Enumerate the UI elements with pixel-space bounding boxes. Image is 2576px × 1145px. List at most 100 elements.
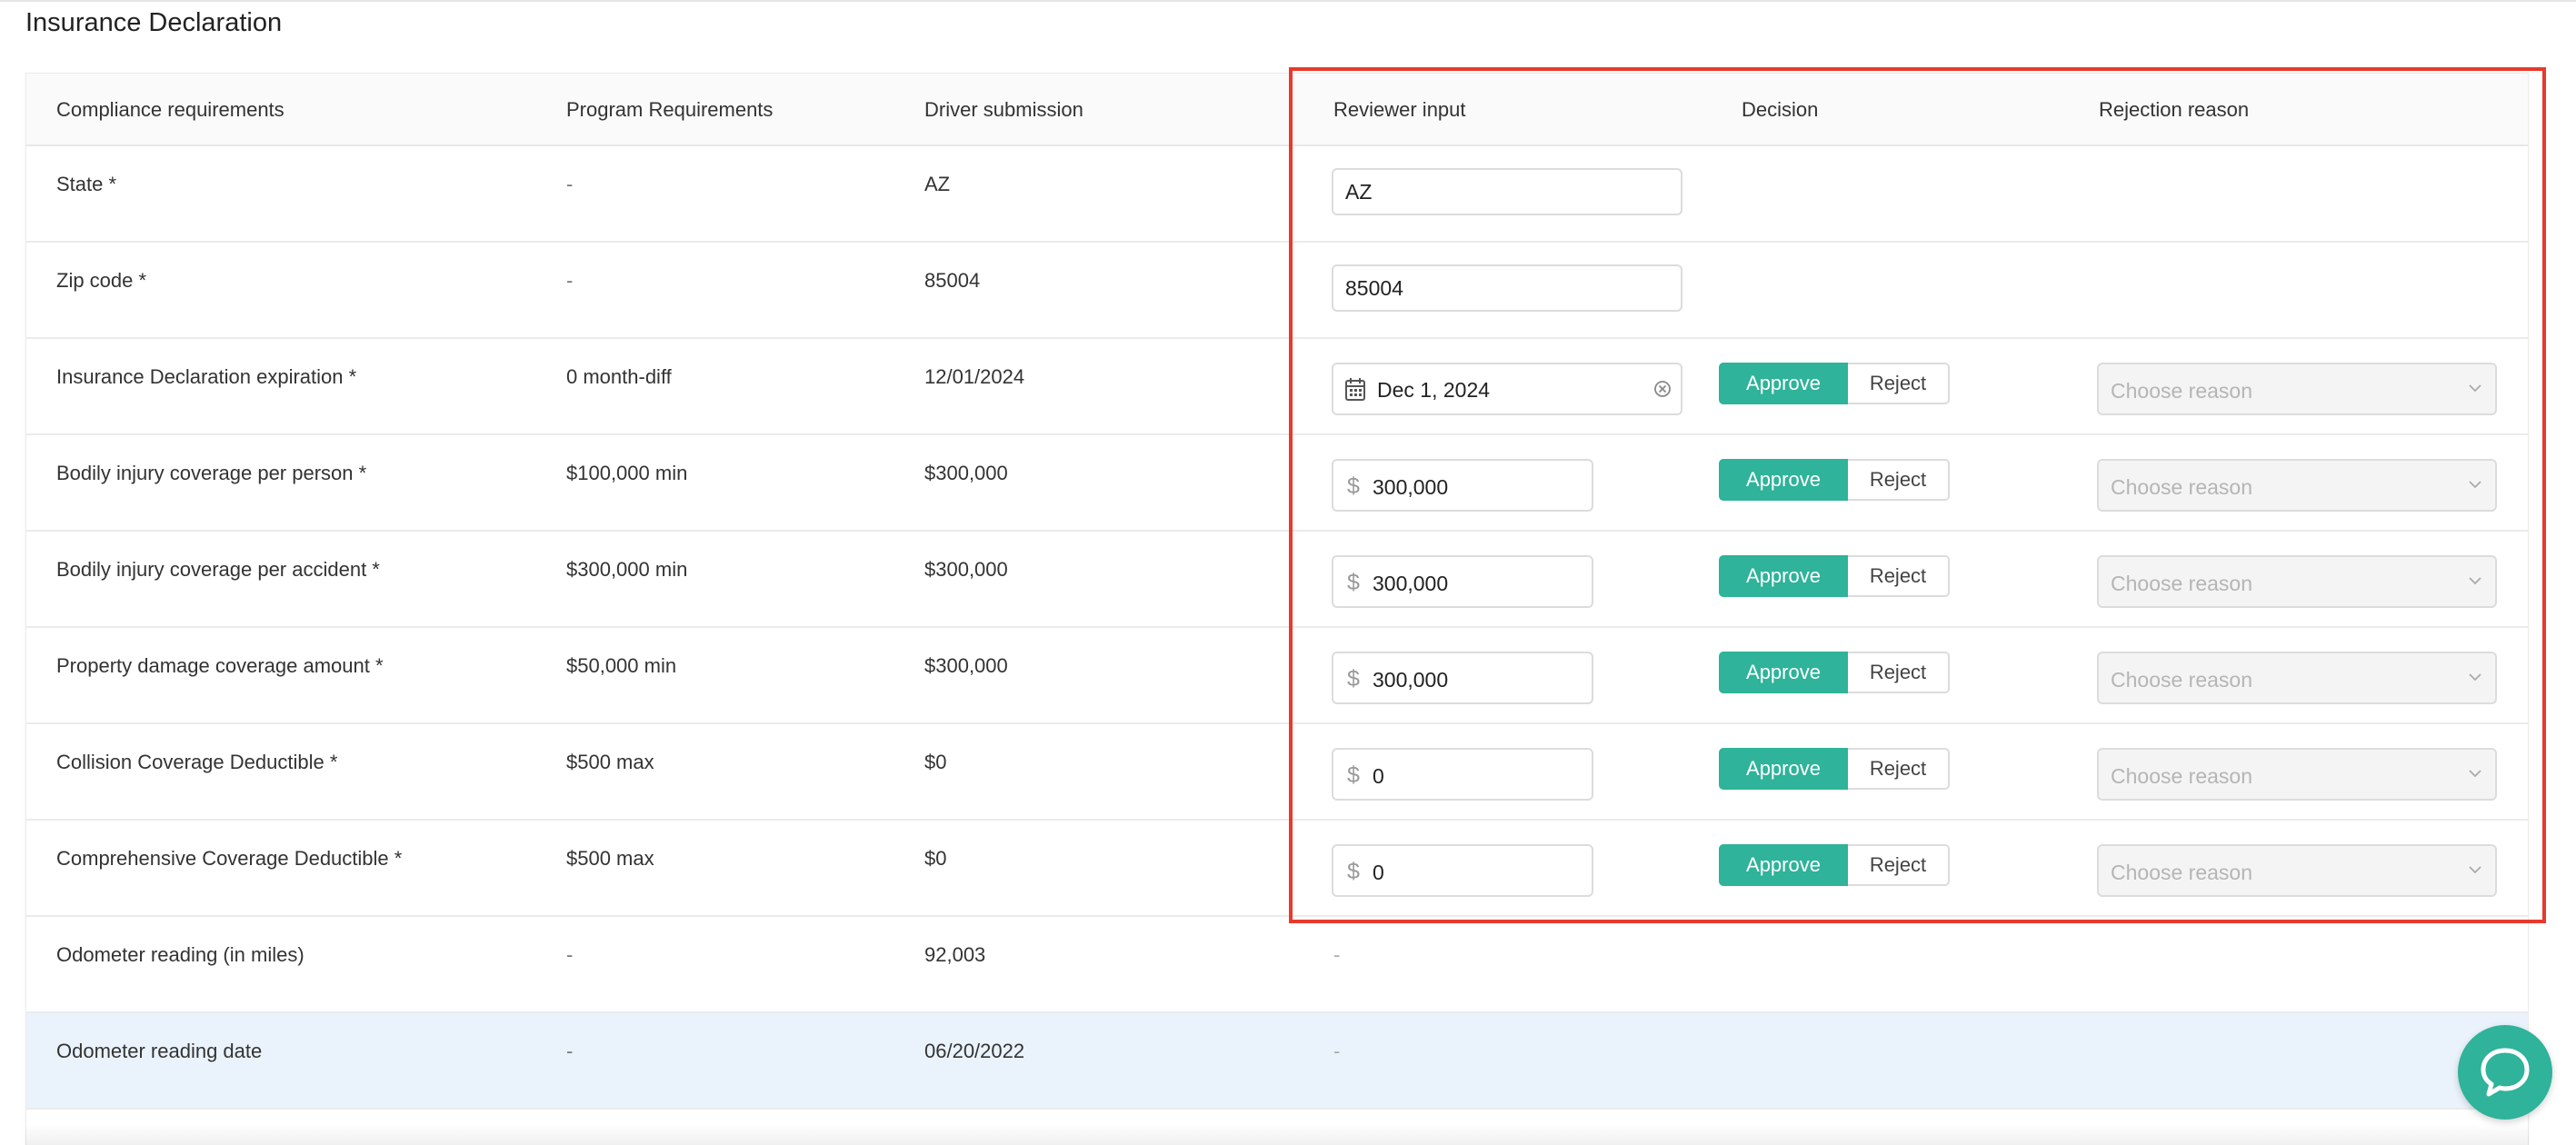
table-row-bodily-per-accident: Bodily injury coverage per accident * $3… <box>26 532 2528 628</box>
program-requirement: - <box>566 943 574 966</box>
header-program: Program Requirements <box>566 98 774 121</box>
approve-button[interactable]: Approve <box>1719 459 1848 501</box>
header-driver: Driver submission <box>924 98 1083 121</box>
program-requirement: - <box>566 1040 574 1062</box>
program-requirement: $500 max <box>566 847 654 870</box>
driver-submission: $300,000 <box>924 462 1008 484</box>
requirement-label: State * <box>56 173 117 195</box>
calendar-icon <box>1345 378 1365 401</box>
rejection-reason-select[interactable]: Choose reason <box>2097 748 2497 801</box>
requirement-label: Property damage coverage amount * <box>56 654 384 677</box>
program-requirement: $300,000 min <box>566 558 688 581</box>
program-requirement: $50,000 min <box>566 654 677 677</box>
amount-value: 0 <box>1373 861 1384 884</box>
approve-button[interactable]: Approve <box>1719 844 1848 886</box>
reject-button[interactable]: Reject <box>1848 555 1950 597</box>
rejection-reason-select[interactable]: Choose reason <box>2097 844 2497 897</box>
decision-toggle: Approve Reject <box>1719 459 1950 501</box>
header-reviewer: Reviewer input <box>1333 98 1466 121</box>
reject-button[interactable]: Reject <box>1848 459 1950 501</box>
reason-placeholder: Choose reason <box>2111 475 2252 499</box>
top-divider <box>0 0 2576 2</box>
decision-toggle: Approve Reject <box>1719 652 1950 693</box>
reject-button[interactable]: Reject <box>1848 844 1950 886</box>
reason-placeholder: Choose reason <box>2111 764 2252 788</box>
page-title: Insurance Declaration <box>25 8 283 37</box>
reason-placeholder: Choose reason <box>2111 379 2252 403</box>
currency-symbol: $ <box>1347 859 1360 884</box>
amount-value: 300,000 <box>1373 572 1449 595</box>
chevron-down-icon <box>2469 770 2481 778</box>
requirement-label: Zip code * <box>56 269 147 292</box>
compliance-table: Compliance requirements Program Requirem… <box>25 73 2529 1145</box>
currency-symbol: $ <box>1347 666 1360 692</box>
amount-value: 0 <box>1373 764 1384 788</box>
program-requirement: $100,000 min <box>566 462 688 484</box>
reviewer-date-picker[interactable]: Dec 1, 2024 <box>1332 363 1682 415</box>
chevron-down-icon <box>2469 673 2481 682</box>
card-bottom-shadow <box>25 1123 2529 1145</box>
driver-submission: 12/01/2024 <box>924 365 1025 388</box>
requirement-label: Bodily injury coverage per accident * <box>56 558 380 581</box>
program-requirement: 0 month-diff <box>566 365 672 388</box>
date-value: Dec 1, 2024 <box>1377 378 1491 402</box>
clear-circle-icon[interactable] <box>1653 380 1672 398</box>
approve-button[interactable]: Approve <box>1719 363 1848 404</box>
driver-submission: 92,003 <box>924 943 986 966</box>
requirement-label: Odometer reading (in miles) <box>56 943 305 966</box>
table-row-comprehensive-deductible: Comprehensive Coverage Deductible * $500… <box>26 821 2528 917</box>
reason-placeholder: Choose reason <box>2111 668 2252 692</box>
reviewer-amount-input[interactable]: $ 0 <box>1332 748 1593 801</box>
requirement-label: Odometer reading date <box>56 1040 263 1062</box>
header-compliance: Compliance requirements <box>56 98 285 121</box>
table-row-odometer-date[interactable]: Odometer reading date - 06/20/2022 - <box>26 1013 2528 1110</box>
header-decision: Decision <box>1742 98 1819 121</box>
table-row-expiration: Insurance Declaration expiration * 0 mon… <box>26 339 2528 435</box>
header-rejection: Rejection reason <box>2099 98 2250 121</box>
table-row-collision-deductible: Collision Coverage Deductible * $500 max… <box>26 724 2528 821</box>
reject-button[interactable]: Reject <box>1848 652 1950 693</box>
program-requirement: $500 max <box>566 751 654 773</box>
amount-value: 300,000 <box>1373 668 1449 692</box>
reviewer-amount-input[interactable]: $ 300,000 <box>1332 652 1593 704</box>
reviewer-value-empty: - <box>1333 943 1341 966</box>
requirement-label: Insurance Declaration expiration * <box>56 365 357 388</box>
driver-submission: $300,000 <box>924 654 1008 677</box>
reject-button[interactable]: Reject <box>1848 748 1950 790</box>
chevron-down-icon <box>2469 577 2481 585</box>
driver-submission: AZ <box>924 173 951 195</box>
reviewer-input-state[interactable] <box>1332 168 1682 215</box>
approve-button[interactable]: Approve <box>1719 555 1848 597</box>
rejection-reason-select[interactable]: Choose reason <box>2097 652 2497 704</box>
approve-button[interactable]: Approve <box>1719 748 1848 790</box>
reason-placeholder: Choose reason <box>2111 572 2252 595</box>
reviewer-amount-input[interactable]: $ 0 <box>1332 844 1593 897</box>
decision-toggle: Approve Reject <box>1719 363 1950 404</box>
reason-placeholder: Choose reason <box>2111 861 2252 884</box>
rejection-reason-select[interactable]: Choose reason <box>2097 363 2497 415</box>
table-header: Compliance requirements Program Requirem… <box>26 74 2528 146</box>
currency-symbol: $ <box>1347 570 1360 595</box>
rejection-reason-select[interactable]: Choose reason <box>2097 555 2497 608</box>
table-row-property-damage: Property damage coverage amount * $50,00… <box>26 628 2528 724</box>
reviewer-amount-input[interactable]: $ 300,000 <box>1332 555 1593 608</box>
driver-submission: $300,000 <box>924 558 1008 581</box>
amount-value: 300,000 <box>1373 475 1449 499</box>
rejection-reason-select[interactable]: Choose reason <box>2097 459 2497 512</box>
driver-submission: 85004 <box>924 269 981 292</box>
driver-submission: $0 <box>924 847 947 870</box>
table-row-odometer-reading: Odometer reading (in miles) - 92,003 - <box>26 917 2528 1013</box>
approve-button[interactable]: Approve <box>1719 652 1848 693</box>
requirement-label: Collision Coverage Deductible * <box>56 751 338 773</box>
chat-launcher-button[interactable] <box>2458 1025 2552 1120</box>
chevron-down-icon <box>2469 866 2481 874</box>
driver-submission: 06/20/2022 <box>924 1040 1025 1062</box>
reviewer-input-zip[interactable] <box>1332 264 1682 312</box>
decision-toggle: Approve Reject <box>1719 748 1950 790</box>
reject-button[interactable]: Reject <box>1848 363 1950 404</box>
reviewer-value-empty: - <box>1333 1040 1341 1062</box>
reviewer-amount-input[interactable]: $ 300,000 <box>1332 459 1593 512</box>
chevron-down-icon <box>2469 384 2481 393</box>
decision-toggle: Approve Reject <box>1719 844 1950 886</box>
table-row-bodily-per-person: Bodily injury coverage per person * $100… <box>26 435 2528 532</box>
